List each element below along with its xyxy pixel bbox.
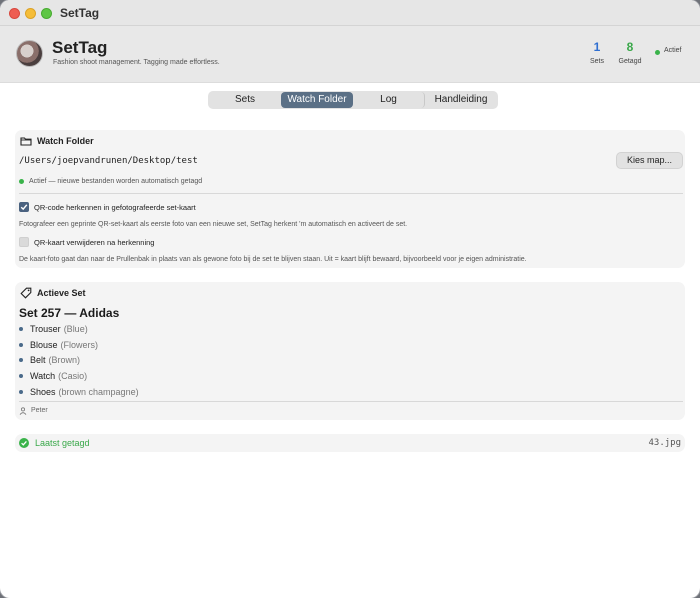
zoom-window-button[interactable]: [41, 8, 52, 19]
divider: [19, 193, 683, 194]
active-set-title: Actieve Set: [37, 288, 86, 298]
list-item: Watch (Casio): [19, 371, 87, 381]
list-item: Blouse (Flowers): [19, 340, 98, 350]
checkmark-icon: [20, 204, 28, 211]
watch-status-text: Actief — nieuwe bestanden worden automat…: [29, 178, 203, 185]
app-window: SetTag SetTag Fashion shoot management. …: [0, 0, 700, 598]
tagged-stat: 8 Getagd: [610, 40, 650, 65]
tab-sets[interactable]: Sets: [209, 92, 281, 108]
watch-folder-title: Watch Folder: [37, 136, 94, 146]
folder-icon: [20, 137, 32, 146]
watch-folder-path: /Users/joepvandrunen/Desktop/test: [19, 156, 198, 166]
tab-log[interactable]: Log: [353, 92, 425, 108]
status-label: Actief: [664, 47, 682, 54]
watch-folder-panel: Watch Folder /Users/joepvandrunen/Deskto…: [15, 130, 685, 268]
status-indicator-icon: [655, 50, 660, 55]
tagged-count: 8: [626, 40, 634, 54]
tab-bar: Sets Watch Folder Log Handleiding: [208, 91, 498, 109]
title-bar: SetTag: [0, 0, 700, 26]
bullet-icon: [19, 342, 23, 347]
check-circle-icon: [19, 438, 29, 448]
app-header: SetTag Fashion shoot management. Tagging…: [0, 26, 700, 83]
minimize-window-button[interactable]: [25, 8, 36, 19]
set-name: Set 257 — Adidas: [19, 306, 120, 320]
photographer-name: Peter: [31, 407, 48, 414]
item-note: (Blue): [63, 324, 88, 334]
app-logo-avatar: [16, 40, 43, 67]
bullet-icon: [19, 373, 23, 378]
list-item: Trouser (Blue): [19, 324, 88, 334]
remove-qr-card-checkbox[interactable]: [19, 237, 29, 247]
tab-watch-folder[interactable]: Watch Folder: [281, 92, 353, 108]
app-tagline: Fashion shoot management. Tagging made e…: [53, 59, 220, 66]
qr-recognition-label: QR-code herkennen in gefotografeerde set…: [34, 203, 196, 212]
watch-status-dot-icon: [19, 179, 24, 184]
last-tagged-file: 43.jpg: [648, 438, 681, 448]
choose-folder-button[interactable]: Kies map...: [616, 152, 683, 169]
item-note: (brown champagne): [58, 387, 139, 397]
remove-qr-card-description: De kaart-foto gaat dan naar de Prullenba…: [19, 256, 527, 263]
person-icon: [19, 407, 27, 415]
item-name: Belt: [30, 355, 46, 365]
item-note: (Casio): [58, 371, 88, 381]
item-note: (Flowers): [60, 340, 99, 350]
item-name: Watch: [30, 371, 56, 381]
window-title: SetTag: [60, 6, 100, 20]
list-item: Belt (Brown): [19, 355, 80, 365]
close-window-button[interactable]: [9, 8, 20, 19]
last-tagged-bar: Laatst getagd 43.jpg: [15, 434, 685, 452]
bullet-icon: [19, 326, 23, 331]
qr-recognition-description: Fotografeer een geprinte QR-set-kaart al…: [19, 221, 408, 228]
item-name: Trouser: [30, 324, 61, 334]
item-note: (Brown): [48, 355, 81, 365]
last-tagged-label: Laatst getagd: [35, 438, 90, 448]
item-name: Shoes: [30, 387, 56, 397]
active-set-panel: Actieve Set Set 257 — Adidas Trouser (Blu…: [15, 282, 685, 420]
remove-qr-card-label: QR-kaart verwijderen na herkenning: [34, 238, 155, 247]
app-name: SetTag: [52, 38, 108, 57]
bullet-icon: [19, 389, 23, 394]
qr-recognition-checkbox[interactable]: [19, 202, 29, 212]
bullet-icon: [19, 357, 23, 362]
tag-icon: [20, 287, 32, 299]
divider: [19, 401, 683, 402]
item-name: Blouse: [30, 340, 58, 350]
tab-handleiding[interactable]: Handleiding: [425, 92, 497, 108]
tagged-label: Getagd: [618, 58, 642, 65]
list-item: Shoes (brown champagne): [19, 387, 139, 397]
